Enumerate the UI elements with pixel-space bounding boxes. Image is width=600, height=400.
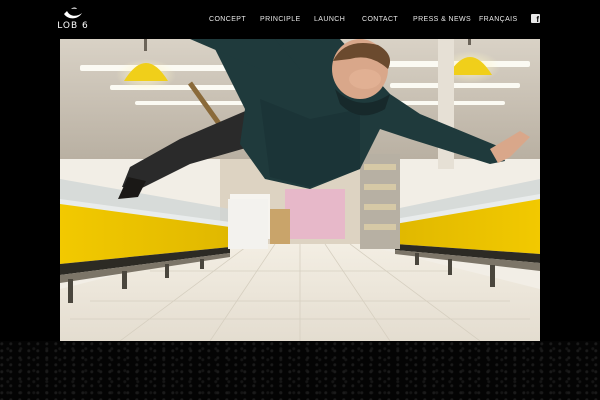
footer-background: [0, 341, 600, 400]
hero-photo-illustration: [60, 39, 540, 341]
page: LOB 6 CONCEPT PRINCIPLE LAUNCH CONTACT P…: [0, 0, 600, 400]
hero-image: [60, 39, 540, 341]
facebook-icon[interactable]: f: [531, 14, 540, 23]
nav-item-principle[interactable]: PRINCIPLE: [260, 14, 301, 26]
nav-item-launch[interactable]: LAUNCH: [314, 14, 345, 26]
nav-item-contact[interactable]: CONTACT: [362, 14, 398, 26]
nav-item-press-news[interactable]: PRESS & NEWS: [413, 14, 471, 26]
main-nav: CONCEPT PRINCIPLE LAUNCH CONTACT PRESS &…: [0, 14, 600, 26]
nav-item-concept[interactable]: CONCEPT: [209, 14, 246, 26]
nav-item-language[interactable]: FRANÇAIS: [479, 14, 518, 26]
